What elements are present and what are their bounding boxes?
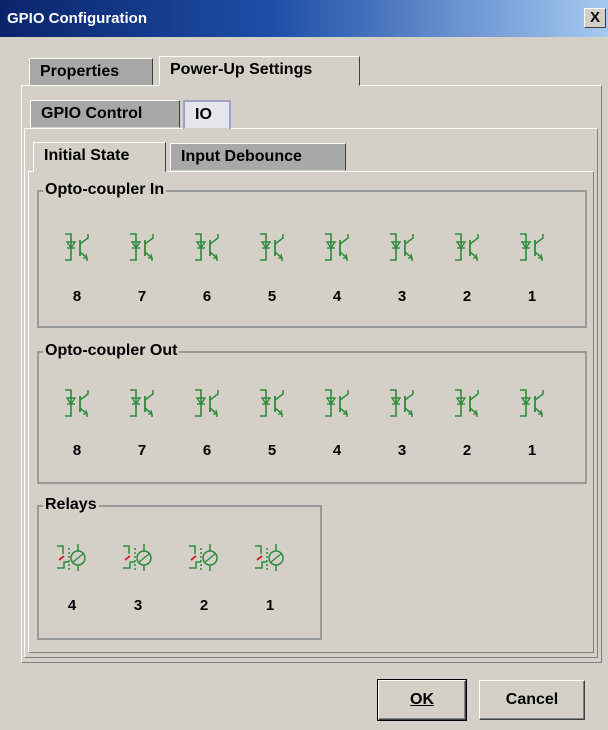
tab-gpio-control[interactable]: GPIO Control: [30, 100, 180, 128]
channel-number: 5: [267, 442, 277, 459]
channel-number: 3: [133, 597, 143, 614]
channel-number: 8: [72, 442, 82, 459]
tab-label: Power-Up Settings: [170, 61, 313, 78]
close-button[interactable]: X: [584, 8, 606, 28]
tab-label: GPIO Control: [41, 105, 143, 122]
channel-number: 7: [137, 442, 147, 459]
group-title: Opto-coupler In: [43, 181, 167, 199]
channel-number: 4: [332, 288, 342, 305]
tab-power-up-settings[interactable]: Power-Up Settings: [159, 56, 360, 86]
group-title: Relays: [43, 496, 99, 514]
tab-label: Input Debounce: [181, 148, 302, 165]
channel-number: 1: [265, 597, 275, 614]
channel-number: 8: [72, 288, 82, 305]
tab-label: IO: [195, 106, 212, 123]
channel-number: 1: [527, 442, 537, 459]
channel-number: 2: [462, 288, 472, 305]
channel-number: 1: [527, 288, 537, 305]
channel-number: 5: [267, 288, 277, 305]
channel-number: 7: [137, 288, 147, 305]
channel-number: 4: [332, 442, 342, 459]
channel-number: 3: [397, 442, 407, 459]
cancel-label: Cancel: [505, 691, 559, 708]
tab-label: Initial State: [44, 147, 130, 164]
channel-number: 2: [199, 597, 209, 614]
group-title: Opto-coupler Out: [43, 342, 180, 360]
tab-initial-state[interactable]: Initial State: [33, 142, 166, 172]
ok-button[interactable]: OK: [377, 679, 467, 721]
channel-number: 4: [67, 597, 77, 614]
tab-properties[interactable]: Properties: [29, 58, 153, 86]
tab-input-debounce[interactable]: Input Debounce: [170, 143, 346, 171]
title-bar[interactable]: GPIO Configuration X: [0, 0, 608, 37]
opto-coupler-in-group: Opto-coupler In: [37, 181, 587, 328]
tab-label: Properties: [40, 63, 120, 80]
ok-label: OK: [410, 691, 434, 708]
channel-number: 3: [397, 288, 407, 305]
channel-number: 6: [202, 288, 212, 305]
cancel-button[interactable]: Cancel: [479, 680, 585, 720]
channel-number: 6: [202, 442, 212, 459]
tab-io[interactable]: IO: [183, 100, 231, 130]
channel-number: 2: [462, 442, 472, 459]
window-title: GPIO Configuration: [7, 10, 147, 27]
opto-coupler-out-group: Opto-coupler Out: [37, 342, 587, 484]
